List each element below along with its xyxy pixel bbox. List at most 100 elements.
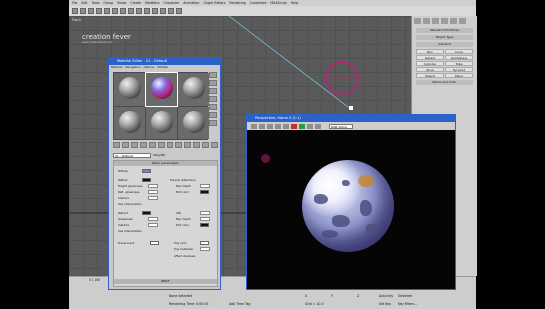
mirror-icon[interactable] [144, 8, 150, 14]
basic-parameters-header[interactable]: Basic parameters [114, 161, 217, 166]
modify-tab-icon[interactable] [423, 18, 430, 24]
exit-color2-swatch[interactable] [200, 223, 209, 227]
glossiness-spinner[interactable] [148, 217, 158, 221]
link-icon[interactable] [88, 8, 94, 14]
align-icon[interactable] [152, 8, 158, 14]
undo-icon[interactable] [72, 8, 78, 14]
set-key-button[interactable]: Set Key [379, 302, 391, 306]
get-material-icon[interactable] [113, 142, 120, 148]
plane-button[interactable]: Plane [445, 73, 473, 78]
reset-map-icon[interactable] [139, 142, 147, 148]
copy-material-icon[interactable] [148, 142, 156, 148]
geosphere-button[interactable]: GeoSphere [445, 55, 473, 60]
max-depth-spinner[interactable] [200, 184, 210, 188]
use-interp2-label[interactable]: Use interpolation [118, 229, 142, 233]
fog-color-swatch[interactable] [200, 241, 209, 245]
save-image-icon[interactable] [251, 123, 257, 129]
menu-tools[interactable]: Tools [92, 1, 100, 5]
torus-button[interactable]: Torus [416, 67, 444, 72]
menu-group[interactable]: Group [103, 1, 113, 5]
material-slot-active[interactable] [145, 72, 178, 107]
create-tab-icon[interactable] [414, 18, 421, 24]
make-preview-icon[interactable] [209, 112, 217, 118]
pyramid-button[interactable]: Pyramid [445, 67, 473, 72]
menu-edit[interactable]: Edit [81, 1, 87, 5]
clear-icon[interactable] [283, 123, 289, 129]
teapot-button[interactable]: Teapot [416, 73, 444, 78]
add-time-tag[interactable]: Add Time Tag [229, 302, 250, 306]
key-filters-button[interactable]: Key Filters... [398, 302, 417, 306]
fog-mult-spinner[interactable] [200, 247, 210, 251]
menu-material[interactable]: Material [111, 65, 122, 70]
unlink-icon[interactable] [96, 8, 102, 14]
max-depth2-spinner[interactable] [200, 217, 210, 221]
menu-create[interactable]: Create [130, 1, 141, 5]
auto-key-button[interactable]: Auto Key [379, 294, 393, 298]
print-icon[interactable] [275, 123, 281, 129]
use-interp-label[interactable]: Use interpolation [118, 202, 142, 206]
hierarchy-tab-icon[interactable] [432, 18, 439, 24]
make-unique-icon[interactable] [157, 142, 165, 148]
refract-swatch[interactable] [142, 211, 151, 215]
assign-material-icon[interactable] [130, 142, 138, 148]
display-tab-icon[interactable] [450, 18, 457, 24]
motion-tab-icon[interactable] [441, 18, 448, 24]
scale-icon[interactable] [128, 8, 134, 14]
alpha-channel-icon[interactable] [315, 123, 321, 129]
material-slot[interactable] [146, 106, 177, 139]
name-color-header[interactable]: Name and Color [416, 80, 473, 85]
diffuse-swatch[interactable] [142, 169, 151, 173]
object-type-header[interactable]: Object Type [416, 35, 473, 40]
material-id-icon[interactable] [175, 142, 183, 148]
green-channel-icon[interactable] [299, 123, 305, 129]
render-setup-icon[interactable] [168, 8, 174, 14]
menu-animation[interactable]: Animation [183, 1, 199, 5]
material-slot[interactable] [114, 73, 145, 106]
affect-shadows-label[interactable]: Affect shadows [174, 254, 195, 258]
material-slot[interactable] [114, 106, 145, 139]
menu-customize[interactable]: Customize [250, 1, 267, 5]
go-to-parent-icon[interactable] [202, 142, 210, 148]
autogrid-checkbox[interactable]: AutoGrid [416, 42, 473, 47]
rotate-icon[interactable] [120, 8, 126, 14]
backlight-icon[interactable] [209, 80, 217, 86]
menu-navigation[interactable]: Navigation [125, 65, 140, 70]
put-to-library-icon[interactable] [166, 142, 174, 148]
selected-dropdown[interactable]: Selected [398, 294, 412, 298]
video-check-icon[interactable] [209, 104, 217, 110]
redo-icon[interactable] [80, 8, 86, 14]
put-to-scene-icon[interactable] [121, 142, 129, 148]
copy-image-icon[interactable] [259, 123, 265, 129]
render-canvas[interactable] [247, 130, 455, 289]
options-icon[interactable] [209, 120, 217, 126]
exit-color-swatch[interactable] [200, 190, 209, 194]
tube-button[interactable]: Tube [445, 61, 473, 66]
menu-rendering[interactable]: Rendering [229, 1, 245, 5]
show-map-icon[interactable] [184, 142, 192, 148]
fresnel-label[interactable]: Fresnel reflections [170, 178, 195, 182]
ior-spinner[interactable] [200, 211, 210, 215]
menu-help[interactable]: Help [291, 1, 298, 5]
menu-character[interactable]: Character [164, 1, 180, 5]
show-end-result-icon[interactable] [193, 142, 201, 148]
menu-options[interactable]: Options [143, 65, 154, 70]
material-editor-title[interactable]: Material Editor - 01 - Default [109, 58, 220, 65]
utilities-tab-icon[interactable] [459, 18, 466, 24]
sample-type-icon[interactable] [209, 72, 217, 78]
material-editor-icon[interactable] [160, 8, 166, 14]
background-icon[interactable] [209, 88, 217, 94]
menu-graph-editors[interactable]: Graph Editors [204, 1, 226, 5]
blue-channel-icon[interactable] [307, 123, 313, 129]
menu-file[interactable]: File [72, 1, 77, 5]
go-forward-icon[interactable] [211, 142, 219, 148]
clone-window-icon[interactable] [267, 123, 273, 129]
subdivs2-spinner[interactable] [148, 223, 158, 227]
hilight-spinner[interactable] [148, 184, 158, 188]
menu-maxscript[interactable]: MAXScript [270, 1, 286, 5]
channel-dropdown[interactable]: RGB Alpha [329, 123, 353, 129]
red-channel-icon[interactable] [291, 123, 297, 129]
material-name-field[interactable]: 01 - Default [113, 152, 151, 158]
primitive-dropdown[interactable]: Standard Primitives [416, 28, 473, 33]
snap-icon[interactable] [136, 8, 142, 14]
material-slot[interactable] [178, 106, 209, 139]
